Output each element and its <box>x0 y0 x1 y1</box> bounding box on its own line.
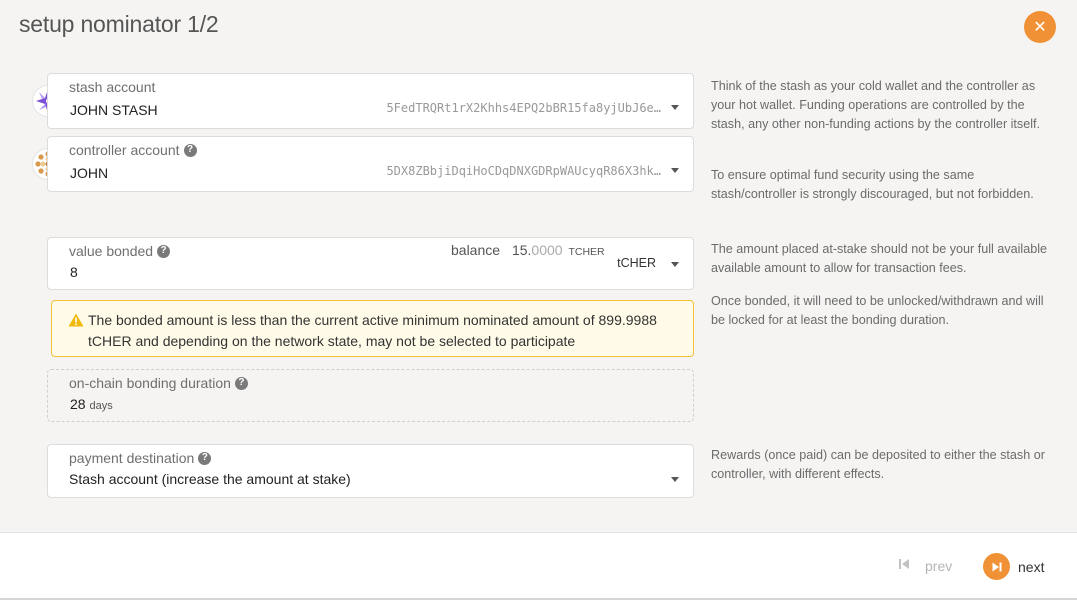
bonding-duration-number: 28 <box>70 396 86 412</box>
balance-display: balance 15.0000 TCHER <box>451 242 605 258</box>
value-bonded-label-text: value bonded <box>69 243 154 259</box>
payment-destination-select[interactable]: payment destination ? Stash account (inc… <box>47 444 694 498</box>
balance-label: balance <box>451 242 501 258</box>
controller-account-name: JOHN <box>70 165 109 181</box>
stash-account-select[interactable]: stash account JOHN STASH 5FedTRQRt1rX2Kh… <box>47 73 694 129</box>
payment-help-text: Rewards (once paid) can be deposited to … <box>711 448 1045 481</box>
controller-account-address: 5DX8ZBbjiDqiHoCDqDNXGDRpWAUcyqR86X3hk… <box>386 164 661 178</box>
stash-account-label-text: stash account <box>69 79 156 95</box>
controller-account-select[interactable]: controller account ? JOHN 5DX8ZBbjiDqiHo… <box>47 136 694 192</box>
controller-help-text: To ensure optimal fund security using th… <box>711 168 1034 201</box>
help-icon[interactable]: ? <box>183 143 197 157</box>
bonding-duration-field: on-chain bonding duration ? 28 days <box>47 369 694 422</box>
skip-forward-icon <box>983 553 1010 580</box>
chevron-down-icon <box>671 477 679 482</box>
minimum-amount-warning: The bonded amount is less than the curre… <box>51 300 694 357</box>
modal-title: setup nominator 1/2 <box>19 11 219 37</box>
next-button[interactable]: next <box>983 553 1044 580</box>
chevron-down-icon[interactable] <box>671 262 679 267</box>
prev-button[interactable]: prev <box>897 557 952 574</box>
help-icon[interactable]: ? <box>198 451 212 465</box>
setup-nominator-modal: setup nominator 1/2 ✕ stash account JOHN… <box>0 0 1077 600</box>
close-icon: ✕ <box>1033 19 1047 36</box>
warning-text: The bonded amount is less than the curre… <box>88 312 657 349</box>
modal-footer: prev next <box>0 532 1077 600</box>
bonding-duration-value: 28 days <box>70 396 113 412</box>
balance-unit: TCHER <box>568 246 605 258</box>
close-button[interactable]: ✕ <box>1024 11 1056 43</box>
bonding-help-text: Once bonded, it will need to be unlocked… <box>711 294 1044 327</box>
chevron-down-icon <box>671 105 679 110</box>
prev-label: prev <box>925 557 953 574</box>
warning-icon <box>68 312 84 333</box>
stash-account-name: JOHN STASH <box>70 102 158 118</box>
chevron-down-icon <box>671 168 679 173</box>
stash-account-label: stash account <box>69 79 155 95</box>
controller-account-label-text: controller account <box>69 142 180 158</box>
value-help-text: The amount placed at-stake should not be… <box>711 242 1048 275</box>
payment-destination-label: payment destination ? <box>69 450 212 466</box>
next-label: next <box>1018 558 1045 575</box>
bonding-duration-label-text: on-chain bonding duration <box>69 375 231 391</box>
bonding-duration-unit: days <box>89 400 113 412</box>
stash-help-text: Think of the stash as your cold wallet a… <box>711 79 1041 131</box>
help-icon[interactable]: ? <box>157 244 171 258</box>
value-bonded-input[interactable]: value bonded ? balance 15.0000 TCHER 8 t… <box>47 237 694 290</box>
balance-integer: 15. <box>511 242 532 258</box>
balance-decimals: 0000 <box>531 242 563 258</box>
bonding-duration-label: on-chain bonding duration ? <box>69 375 248 391</box>
controller-account-label: controller account ? <box>69 142 197 158</box>
unit-selector[interactable]: tCHER <box>617 256 656 270</box>
value-bonded-label: value bonded ? <box>69 243 171 259</box>
payment-destination-value: Stash account (increase the amount at st… <box>69 471 351 487</box>
stash-account-address: 5FedTRQRt1rX2Khhs4EPQ2bBR15fa8yjUbJ6e… <box>386 101 661 115</box>
skip-back-icon <box>897 557 911 574</box>
help-icon[interactable]: ? <box>234 376 248 390</box>
balance-value: 15.0000 <box>512 242 563 258</box>
value-bonded-amount[interactable]: 8 <box>70 264 78 280</box>
payment-destination-label-text: payment destination <box>69 450 195 466</box>
